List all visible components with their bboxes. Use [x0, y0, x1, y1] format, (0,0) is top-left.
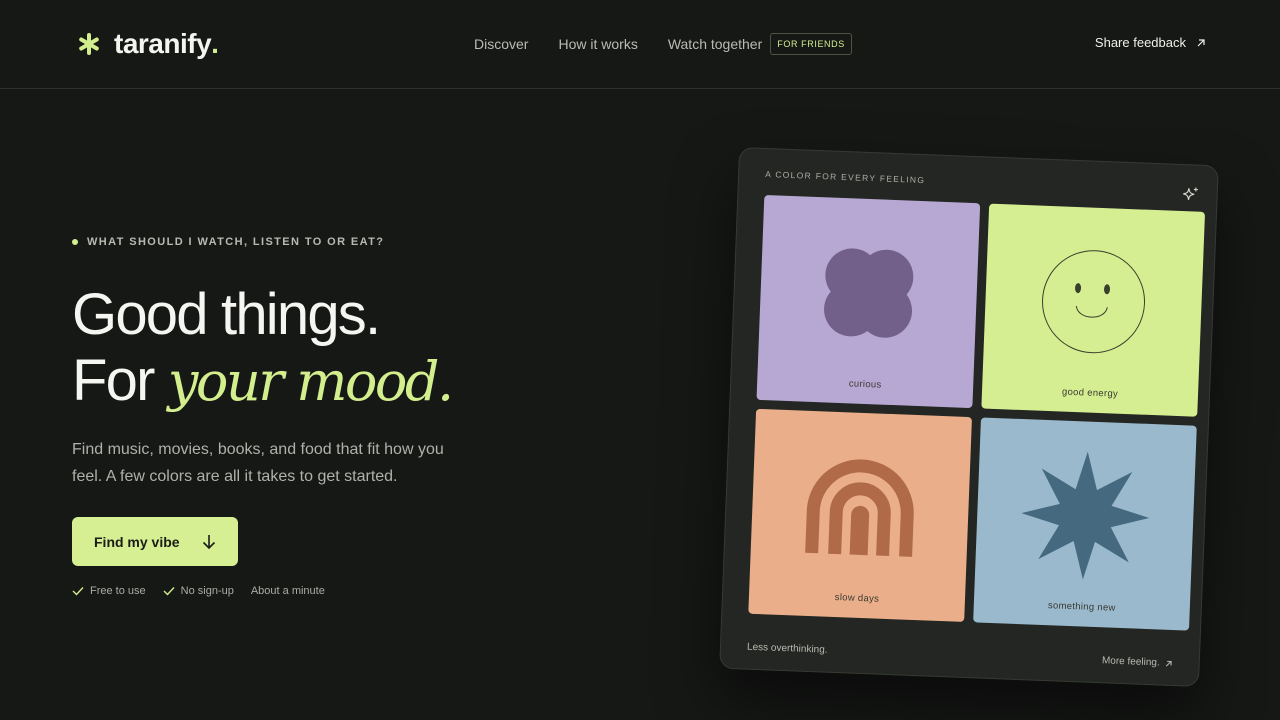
tile-caption: something new [1047, 600, 1116, 614]
hero-subtitle: Find music, movies, books, and food that… [72, 441, 444, 485]
eyebrow: WHAT SHOULD I WATCH, LISTEN TO OR EAT? [72, 236, 384, 248]
tile-caption: slow days [834, 591, 880, 605]
tile-caption: curious [848, 378, 882, 391]
card-label: A COLOR FOR EVERY FEELING [764, 169, 926, 186]
nav-how-it-works[interactable]: How it works [558, 34, 637, 54]
asterisk-icon [78, 33, 100, 55]
mood-tile-good-energy[interactable]: good energy [981, 203, 1206, 417]
cta-label: Find my vibe [94, 533, 180, 550]
arrow-down-icon [202, 535, 216, 550]
site-header: taranify. Discover How it works Watch to… [0, 0, 1280, 89]
perk-item: No sign-up [163, 585, 234, 597]
hero-title: Good things. For your mood. [72, 282, 454, 415]
tile-caption: good energy [1061, 386, 1119, 400]
for-friends-badge: FOR FRIENDS [770, 33, 852, 55]
arrow-up-right-icon [1197, 39, 1205, 47]
brand-name: taranify [114, 28, 212, 59]
perk-label: Free to use [90, 585, 146, 597]
hero-title-line1: Good things. [72, 282, 381, 347]
check-icon [163, 587, 175, 596]
perk-item: Free to use [72, 585, 146, 597]
mood-tile-curious[interactable]: curious [756, 194, 981, 409]
mood-card-body: A COLOR FOR EVERY FEELING curious good e… [719, 146, 1219, 688]
card-footer-left: Less overthinking. [746, 641, 828, 656]
nav-discover[interactable]: Discover [474, 34, 528, 54]
nav-watch-together[interactable]: Watch together [668, 34, 762, 54]
more-feeling-label: More feeling. [1101, 655, 1160, 669]
perk-label: No sign-up [180, 585, 234, 597]
mood-tile-something-new[interactable]: something new [973, 417, 1197, 631]
mood-card: A COLOR FOR EVERY FEELING curious good e… [719, 146, 1219, 688]
logo[interactable]: taranify. [78, 28, 219, 60]
hero-title-emphasis: your mood. [167, 350, 454, 413]
mood-tile-slow-days[interactable]: slow days [748, 408, 972, 622]
more-feeling-link[interactable]: More feeling. [1102, 655, 1173, 669]
perks-list: Free to use No sign-up About a minute [72, 585, 342, 597]
share-feedback-link[interactable]: Share feedback [1095, 34, 1206, 52]
sparkle-icon [1183, 187, 1198, 200]
main-nav: Discover How it works Watch together FOR… [474, 33, 852, 55]
perk-item: About a minute [251, 585, 325, 597]
eyebrow-text: WHAT SHOULD I WATCH, LISTEN TO OR EAT? [87, 236, 385, 248]
hero-title-prefix: For [72, 348, 168, 413]
eyebrow-dot [72, 239, 78, 245]
blob-icon [824, 248, 914, 338]
hero-title-line2: For your mood. [72, 348, 454, 415]
perk-label: About a minute [250, 585, 325, 597]
arch-icon [805, 459, 914, 558]
share-feedback-label: Share feedback [1094, 35, 1186, 50]
check-icon [72, 587, 84, 596]
arrow-up-right-icon [1165, 660, 1172, 667]
smiley-icon [1042, 250, 1146, 354]
brand-dot: . [211, 28, 219, 59]
find-my-vibe-button[interactable]: Find my vibe [72, 517, 238, 566]
starburst-icon [1021, 451, 1150, 580]
starburst-shape [1021, 451, 1150, 580]
